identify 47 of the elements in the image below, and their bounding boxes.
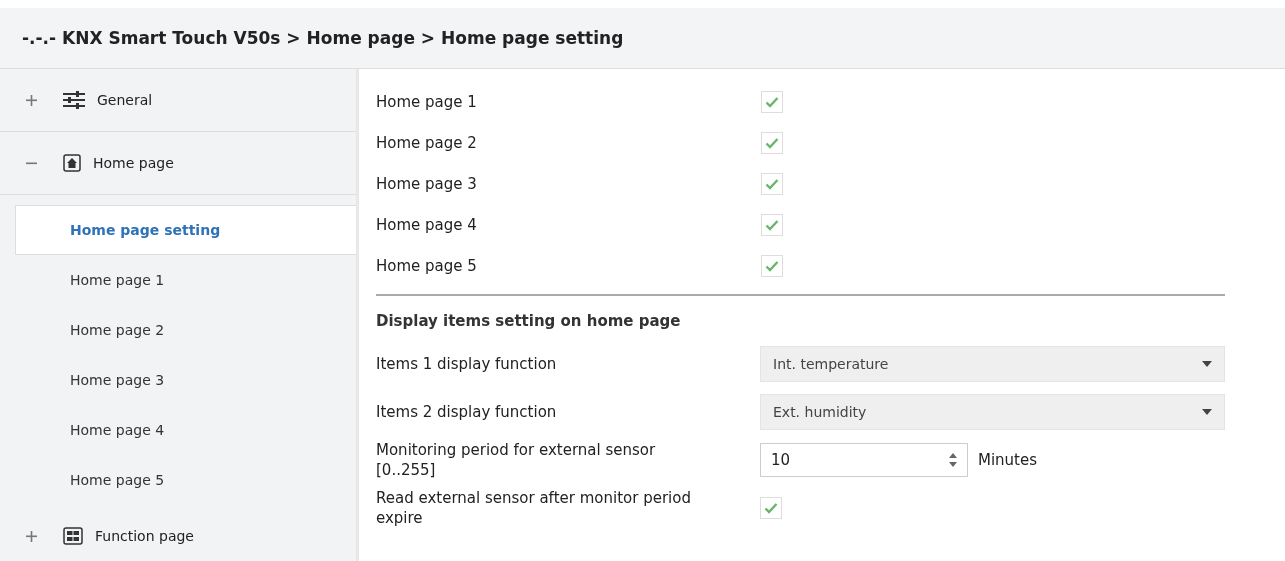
field-label: Read external sensor after monitor period expire — [376, 488, 692, 528]
field-label: Monitoring period for external sensor [0..255] — [376, 440, 657, 480]
option-label: Home page 2 — [376, 133, 478, 152]
spinner-arrows-icon[interactable] — [949, 453, 957, 467]
checkmark-icon — [765, 95, 779, 108]
dropdown[interactable]: Int. temperature — [760, 346, 1225, 382]
checkbox[interactable] — [761, 90, 783, 113]
checkmark-icon — [764, 502, 778, 514]
sidebar-item[interactable]: Home page 2 — [0, 305, 356, 355]
sidebar-item[interactable]: Home page 5 — [0, 455, 356, 505]
expand-icon[interactable] — [26, 94, 37, 106]
checkmark-icon — [765, 177, 779, 190]
checkmark-icon — [765, 218, 779, 231]
dropdown[interactable]: Ext. humidity — [760, 394, 1225, 430]
checkbox[interactable] — [761, 172, 783, 195]
option-label: Home page 1 — [376, 92, 478, 111]
checkbox[interactable] — [761, 213, 783, 236]
grid-icon — [63, 527, 83, 545]
field-label: Items 1 display function — [376, 354, 558, 374]
checkmark-icon — [765, 259, 779, 272]
checkbox[interactable] — [761, 131, 783, 154]
group-label: Function page — [95, 528, 194, 544]
sidebar-item[interactable]: Home page 4 — [0, 405, 356, 455]
field-label: Items 2 display function — [376, 402, 558, 422]
sidebar-item[interactable]: Home page 1 — [0, 255, 356, 305]
option-label: Home page 3 — [376, 174, 478, 193]
sidebar-item[interactable]: Home page setting — [15, 205, 356, 255]
checkmark-icon — [765, 136, 779, 149]
sliders-icon — [63, 91, 85, 109]
option-label: Home page 4 — [376, 215, 478, 234]
number-input[interactable]: 10 — [760, 443, 968, 477]
group-label: General — [97, 92, 153, 108]
breadcrumb-title: -.-.- KNX Smart Touch V50s > Home page > Home page setting — [22, 28, 624, 48]
sidebar-group[interactable]: Function page — [0, 505, 356, 561]
group-label: Home page — [93, 155, 174, 171]
sidebar-item[interactable]: Home page 3 — [0, 355, 356, 405]
checkbox[interactable] — [761, 254, 783, 277]
expand-icon[interactable] — [26, 530, 37, 542]
sidebar-group[interactable]: General — [0, 69, 356, 132]
house-icon — [63, 154, 81, 172]
dropdown-arrow-icon — [1202, 409, 1212, 415]
section-heading: Display items setting on home page — [376, 312, 682, 330]
checkbox[interactable] — [760, 497, 782, 519]
option-label: Home page 5 — [376, 256, 478, 275]
dropdown-arrow-icon — [1202, 361, 1212, 367]
unit-label: Minutes — [978, 451, 1038, 469]
sidebar-group[interactable]: Home page — [0, 132, 356, 195]
